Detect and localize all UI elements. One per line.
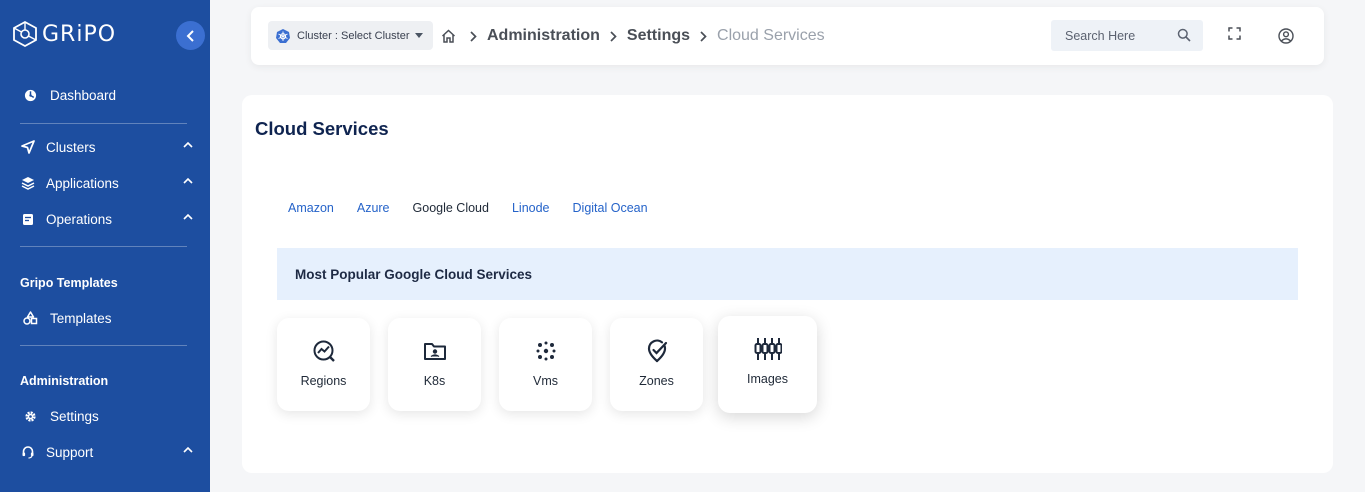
sidebar: GRiPO Dashboard Clusters Applications Op…	[0, 0, 210, 492]
layers-icon	[20, 175, 36, 191]
brand-name: GRiPO	[42, 21, 117, 47]
cluster-select-dropdown[interactable]: Cluster : Select Cluster	[268, 21, 434, 50]
document-icon	[20, 211, 36, 227]
breadcrumb-administration[interactable]: Administration	[487, 27, 600, 45]
service-label: Regions	[300, 374, 347, 388]
chevron-right-icon	[470, 30, 477, 42]
service-label: Images	[747, 372, 788, 386]
breadcrumb-current: Cloud Services	[717, 27, 825, 44]
sidebar-section-administration: Administration	[20, 374, 109, 388]
sidebar-item-dashboard[interactable]: Dashboard	[22, 83, 197, 107]
home-icon[interactable]	[441, 29, 456, 43]
chevron-up-icon	[183, 213, 193, 220]
sidebar-item-label: Operations	[46, 211, 113, 227]
sidebar-item-label: Templates	[50, 310, 112, 326]
tab-digital-ocean[interactable]: Digital Ocean	[573, 201, 648, 215]
gripo-logo-icon	[13, 20, 37, 48]
chevron-up-icon	[183, 446, 193, 453]
sidebar-item-applications[interactable]: Applications	[20, 171, 195, 195]
gear-icon	[22, 408, 38, 424]
brand-logo[interactable]: GRiPO	[12, 20, 116, 48]
chevron-right-icon	[700, 30, 707, 42]
sidebar-item-label: Settings	[50, 408, 99, 424]
tab-linode[interactable]: Linode	[512, 201, 550, 215]
zones-icon	[644, 338, 670, 364]
section-banner: Most Popular Google Cloud Services	[277, 248, 1298, 300]
service-card-images[interactable]: Images	[718, 316, 817, 413]
sidebar-collapse-button[interactable]	[176, 21, 205, 50]
sidebar-section-templates: Gripo Templates	[20, 276, 118, 290]
kubernetes-icon	[276, 28, 290, 43]
sidebar-item-settings[interactable]: Settings	[22, 404, 197, 428]
search-icon[interactable]	[1177, 28, 1191, 42]
chevron-up-icon	[183, 177, 193, 184]
page-title: Cloud Services	[255, 118, 389, 139]
section-banner-title: Most Popular Google Cloud Services	[295, 266, 533, 282]
cluster-select-label: Cluster : Select Cluster	[297, 29, 410, 42]
caret-down-icon	[415, 33, 424, 38]
breadcrumb: Administration Settings Cloud Services	[441, 27, 825, 45]
chevron-left-icon	[186, 29, 194, 42]
cloud-services-card: Cloud Services Amazon Azure Google Cloud…	[242, 95, 1333, 473]
headset-icon	[20, 444, 36, 460]
service-card-zones[interactable]: Zones	[610, 318, 703, 411]
service-label: Vms	[533, 374, 558, 388]
sidebar-divider	[20, 345, 187, 346]
dashboard-icon	[22, 87, 38, 103]
service-card-regions[interactable]: Regions	[277, 318, 370, 411]
images-icon	[754, 336, 782, 362]
send-icon	[20, 139, 36, 155]
sidebar-item-clusters[interactable]: Clusters	[20, 135, 195, 159]
search-input[interactable]	[1051, 28, 1169, 43]
tab-google-cloud[interactable]: Google Cloud	[413, 201, 489, 215]
sidebar-item-label: Support	[46, 444, 94, 460]
service-label: K8s	[423, 374, 446, 388]
sidebar-divider	[20, 246, 187, 247]
regions-icon	[311, 338, 337, 364]
sidebar-item-label: Dashboard	[50, 87, 117, 103]
chevron-up-icon	[183, 141, 193, 148]
service-card-k8s[interactable]: K8s	[388, 318, 481, 411]
sidebar-item-label: Clusters	[46, 139, 96, 155]
breadcrumb-settings[interactable]: Settings	[627, 27, 690, 45]
top-bar: Cluster : Select Cluster Administration …	[251, 7, 1324, 65]
sidebar-divider	[20, 123, 187, 124]
user-profile-icon[interactable]	[1278, 28, 1294, 44]
k8s-icon	[422, 338, 448, 364]
service-card-vms[interactable]: Vms	[499, 318, 592, 411]
provider-tabs: Amazon Azure Google Cloud Linode Digital…	[288, 201, 671, 215]
shapes-icon	[22, 310, 38, 326]
tab-azure[interactable]: Azure	[357, 201, 390, 215]
search-box	[1051, 20, 1203, 51]
sidebar-item-label: Applications	[46, 175, 119, 191]
service-label: Zones	[639, 374, 674, 388]
fullscreen-icon[interactable]	[1228, 27, 1241, 40]
sidebar-item-operations[interactable]: Operations	[20, 207, 195, 231]
tab-amazon[interactable]: Amazon	[288, 201, 334, 215]
chevron-right-icon	[610, 30, 617, 42]
sidebar-item-templates[interactable]: Templates	[22, 306, 197, 330]
vms-icon	[533, 338, 559, 364]
sidebar-item-support[interactable]: Support	[20, 440, 195, 464]
